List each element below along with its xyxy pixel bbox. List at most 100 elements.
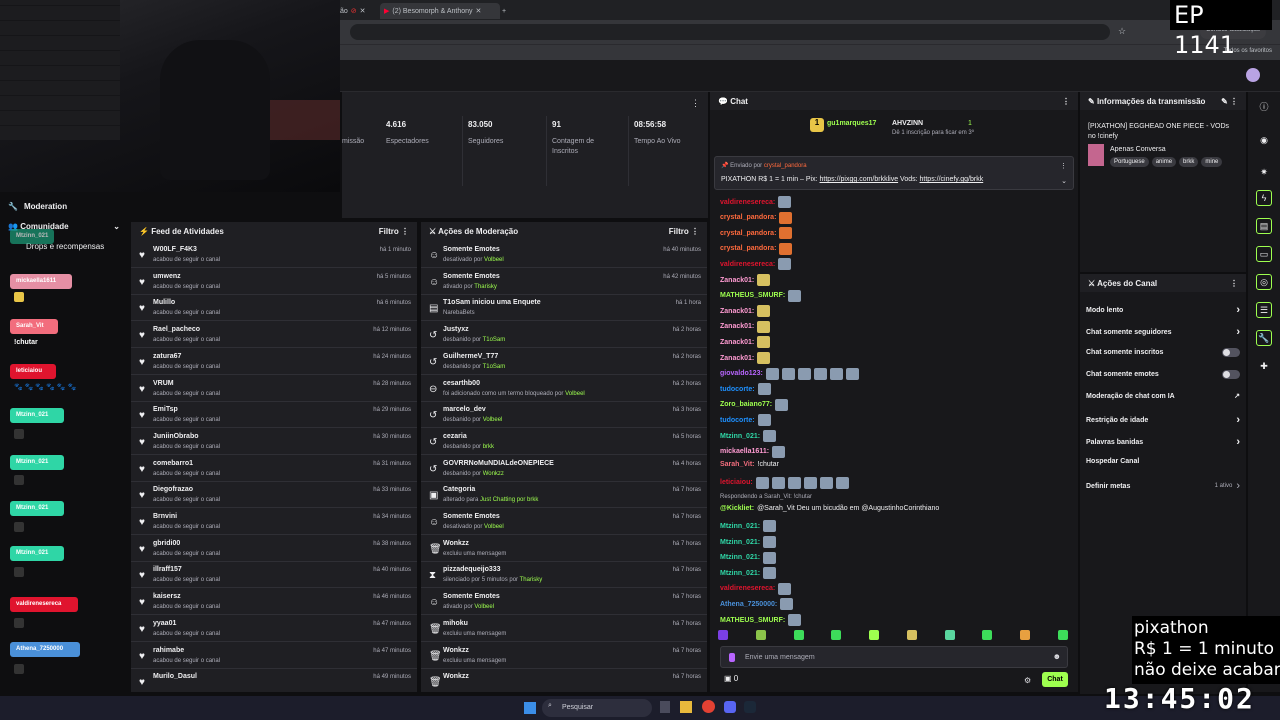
mod-title[interactable]: Somente Emotes: [443, 273, 500, 280]
more-icon[interactable]: ⋮: [401, 227, 409, 236]
feed-user[interactable]: Mulillo: [153, 299, 175, 306]
info-icon[interactable]: ⓘ: [1256, 98, 1272, 114]
channel-action-row[interactable]: Moderação de chat com IA ↗: [1086, 392, 1240, 401]
channel-action-row[interactable]: Hospedar Canal: [1086, 458, 1240, 465]
points-counter[interactable]: ▣ 0: [724, 674, 738, 683]
channel-action-row[interactable]: Chat somente inscritos: [1086, 348, 1240, 357]
feed-row[interactable]: ♥ illraff157 acabou de seguir o canal há 40…: [131, 562, 417, 589]
chat-username[interactable]: crystal_pandora:: [720, 214, 776, 221]
emoji-icon[interactable]: ☻: [1053, 652, 1061, 661]
feed-user[interactable]: W00LF_F4K3: [153, 246, 197, 253]
mod-title[interactable]: T1oSam iniciou uma Enquete: [443, 299, 541, 306]
mod-row[interactable]: ☺ Somente Emotes ativado por Volbeel há 7 h…: [421, 589, 707, 616]
chat-username[interactable]: Mtzinn_021:: [720, 554, 760, 561]
chat-username[interactable]: Zanack01:: [720, 308, 754, 315]
mod-actor[interactable]: Volbeel: [484, 257, 504, 263]
lightning-icon[interactable]: ϟ: [1256, 190, 1272, 206]
more-icon[interactable]: ⋮: [1062, 97, 1070, 106]
wrench-icon[interactable]: 🔧: [1256, 330, 1272, 346]
chat-username[interactable]: valdirenesereca:: [720, 261, 775, 268]
mod-row[interactable]: 🗑 Wonkzz excluiu uma mensagem há 7 horas: [421, 536, 707, 562]
steam-icon[interactable]: [744, 701, 756, 713]
feed-row[interactable]: ♥ JuniinObrabo acabou de seguir o canal há …: [131, 429, 417, 455]
settings-icon[interactable]: ⚙: [1024, 676, 1031, 685]
chat-username[interactable]: Zanack01:: [720, 355, 754, 362]
more-icon[interactable]: ⋮: [1230, 97, 1238, 106]
mod-row[interactable]: ↺ cezaria desbanido por brkk há 5 horas: [421, 429, 707, 455]
doc-icon[interactable]: ▤: [1256, 218, 1272, 234]
filter-button[interactable]: Filtro: [669, 227, 689, 236]
chat-username[interactable]: Zanack01:: [720, 323, 754, 330]
mod-row[interactable]: ▣ Categoria alterado para Just Chatting po…: [421, 482, 707, 509]
chat-username[interactable]: crystal_pandora:: [720, 230, 776, 237]
feed-user[interactable]: Diegofrazao: [153, 486, 193, 493]
feed-row[interactable]: ♥ umwenz acabou de seguir o canal há 5 minu…: [131, 269, 417, 295]
channel-action-row[interactable]: Chat somente emotes: [1086, 370, 1240, 379]
mod-row[interactable]: ☺ Somente Emotes ativado por Tharisky há 42…: [421, 269, 707, 295]
mod-title[interactable]: Justyxz: [443, 326, 469, 333]
more-icon[interactable]: ⋮: [1230, 279, 1238, 288]
chat-username[interactable]: Zanack01:: [720, 339, 754, 346]
feed-row[interactable]: ♥ W00LF_F4K3 acabou de seguir o canal há 1 …: [131, 242, 417, 268]
feed-user[interactable]: yyaa01: [153, 620, 176, 627]
mod-actor[interactable]: Tharisky: [474, 284, 497, 290]
feed-row[interactable]: ♥ VRUM acabou de seguir o canal há 28 minut…: [131, 376, 417, 402]
chat-username[interactable]: tudocorte:: [720, 386, 755, 393]
chat-input[interactable]: Envie uma mensagem ☻: [720, 646, 1068, 668]
chat-username[interactable]: mickaella1611:: [720, 448, 769, 455]
chat-username[interactable]: Sarah_Vit:: [720, 461, 755, 468]
feed-row[interactable]: ♥ Murilo_Dasul há 49 minutos: [131, 669, 417, 692]
chat-username[interactable]: Zoro_baiano77:: [720, 401, 772, 408]
mod-actor[interactable]: Volbeel: [565, 391, 585, 397]
chat-send-button[interactable]: Chat: [1042, 672, 1068, 687]
mod-actor[interactable]: Volbeel: [484, 524, 504, 530]
emote-icon[interactable]: [906, 630, 917, 640]
feed-row[interactable]: ♥ gbridi00 acabou de seguir o canal há 38 m…: [131, 536, 417, 562]
more-icon[interactable]: ⋮: [691, 98, 700, 109]
mod-row[interactable]: ☺ Somente Emotes desativado por Volbeel há …: [421, 509, 707, 535]
feed-user[interactable]: Rael_pacheco: [153, 326, 200, 333]
mod-actor[interactable]: Volbeel: [483, 417, 503, 423]
chat-username[interactable]: valdirenesereca:: [720, 199, 775, 206]
list-icon[interactable]: ☰: [1256, 302, 1272, 318]
feed-user[interactable]: illraff157: [153, 566, 182, 573]
toggle-switch[interactable]: [1222, 348, 1240, 357]
tag-pill[interactable]: Portuguese: [1110, 157, 1149, 167]
feed-user[interactable]: Murilo_Dasul: [153, 673, 197, 680]
feed-row[interactable]: ♥ Mulillo acabou de seguir o canal há 6 min…: [131, 295, 417, 322]
chat-username[interactable]: Mtzinn_021:: [720, 523, 760, 530]
mod-row[interactable]: ↺ GOVRRNoMuNDIALdeONEPIECE desbanido por W…: [421, 456, 707, 482]
mod-title[interactable]: pizzadequeijo333: [443, 566, 501, 573]
mod-row[interactable]: ▤ T1oSam iniciou uma Enquete NarebaBets há …: [421, 295, 707, 322]
mod-row[interactable]: ↺ Justyxz desbanido por T1oSam há 2 horas: [421, 322, 707, 349]
chat-username[interactable]: tudocorte:: [720, 417, 755, 424]
mod-title[interactable]: Somente Emotes: [443, 593, 500, 600]
emote-icon[interactable]: [718, 630, 728, 640]
chat-username[interactable]: MATHEUS_SMURF:: [720, 617, 785, 624]
chat-username[interactable]: MATHEUS_SMURF:: [720, 292, 785, 299]
leaderboard-user[interactable]: AHVZINN: [892, 120, 923, 127]
feed-row[interactable]: ♥ EmiTsp acabou de seguir o canal há 29 min…: [131, 402, 417, 429]
chat-username[interactable]: crystal_pandora:: [720, 245, 776, 252]
mod-title[interactable]: Wonkzz: [443, 540, 469, 547]
category-name[interactable]: Apenas Conversa: [1110, 146, 1166, 153]
mod-title[interactable]: marcelo_dev: [443, 406, 486, 413]
bug-icon[interactable]: ✷: [1256, 164, 1272, 180]
channel-action-row[interactable]: Definir metas 1 ativo ›: [1086, 480, 1240, 492]
emote-icon[interactable]: [869, 630, 880, 640]
mod-actor[interactable]: Just Chatting por brkk: [480, 497, 538, 503]
mod-title[interactable]: GuilhermeV_T77: [443, 353, 498, 360]
chat-username[interactable]: Zanack01:: [720, 277, 754, 284]
add-widget-icon[interactable]: ✚: [1256, 358, 1272, 374]
emote-icon[interactable]: [982, 630, 993, 640]
mod-actor[interactable]: brkk: [483, 444, 494, 450]
star-icon[interactable]: ☆: [1118, 26, 1126, 37]
explorer-icon[interactable]: [680, 701, 692, 713]
eye-icon[interactable]: ◉: [1256, 132, 1272, 148]
mod-row[interactable]: ↺ marcelo_dev desbanido por Volbeel há 3 ho…: [421, 402, 707, 429]
mod-title[interactable]: Wonkzz: [443, 647, 469, 654]
mod-title[interactable]: cezaria: [443, 433, 467, 440]
address-bar[interactable]: [350, 24, 1110, 40]
browser-tab-active[interactable]: ▶ (2) Besomorph & Anthony ✕: [380, 3, 500, 19]
emote-icon[interactable]: [1057, 630, 1068, 640]
